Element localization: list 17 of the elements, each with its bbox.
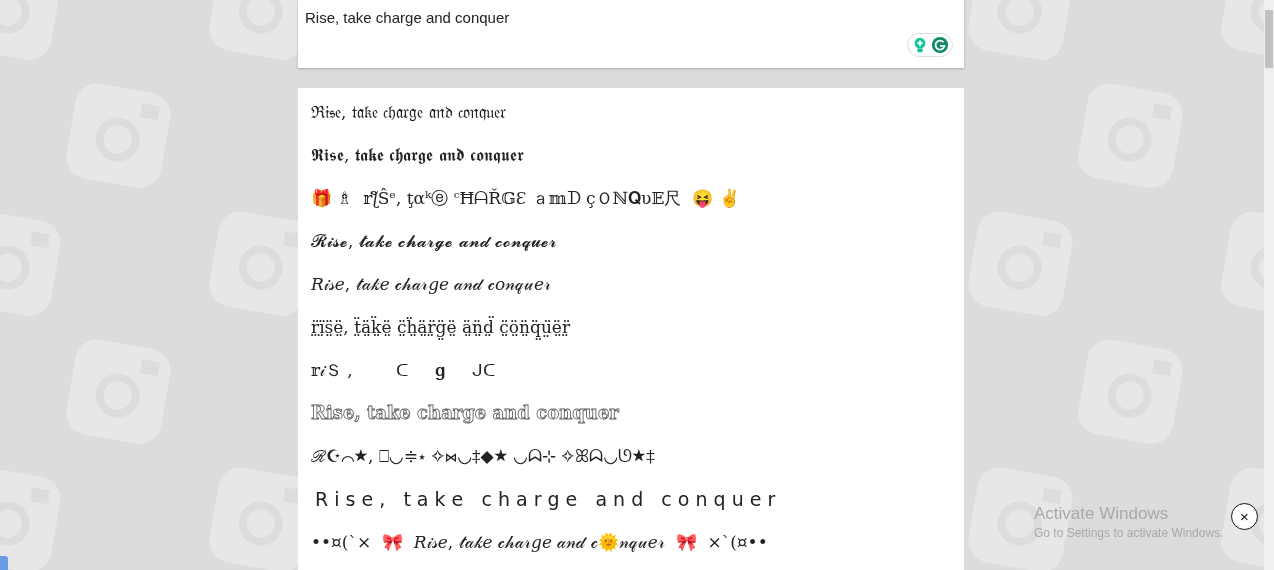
text-input[interactable]: Rise, take charge and conquer xyxy=(298,0,964,68)
styled-text[interactable]: r̤̈ï̤s̤̈ë̤, ẗ̤ä̤k̤̈ë̤ c̤̈ḧ̤ä̤r̤̈g̤̈ë̤ ä̤n̤̈d̤̈ c̤̈ö̤n̤̈q̤̈ṳ̈ë̤r̤̈ xyxy=(311,315,951,358)
styled-text[interactable]: R i s e , t a k e c h a r g e a n d c o n q u e r xyxy=(311,487,951,530)
styled-text[interactable]: 𝓡𝓲𝓼𝓮, 𝓽𝓪𝓴𝓮 𝓬𝓱𝓪𝓻𝓰𝓮 𝓪𝓷𝓭 𝓬𝓸𝓷𝓺𝓾𝓮𝓻 xyxy=(311,229,951,272)
styled-text[interactable]: 𝕽𝖎𝖘𝖊, 𝖙𝖆𝖐𝖊 𝖈𝖍𝖆𝖗𝖌𝖊 𝖆𝖓𝖉 𝖈𝖔𝖓𝖖𝖚𝖊𝖗 xyxy=(311,143,951,186)
side-tab[interactable] xyxy=(0,556,8,570)
g-logo-icon[interactable] xyxy=(931,36,949,54)
styled-text[interactable]: ℛ☪⌒★, ⎕◡≑⋆ ✧⋈◡‡◆★ ◡ᗣ⊹ ✧ꕤᗣ◡ᘎ★‡ xyxy=(311,444,951,487)
styled-text[interactable]: 🎁 ♗ 𝕣ƪŜᵉ, ţαᵏⓔ ᶜĦᗩŘ𝔾Ɛ ａ𝕞ᗪ çＯℕ𝐐υ𝔼尺 😝 ✌ xyxy=(311,186,951,229)
styled-text[interactable]: ℜ𝔦𝔰𝔢, 𝔱𝔞𝔨𝔢 𝔠𝔥𝔞𝔯𝔤𝔢 𝔞𝔫𝔡 𝔠𝔬𝔫𝔮𝔲𝔢𝔯 xyxy=(311,100,951,143)
styled-text[interactable]: 𝑅𝒾𝓈𝑒, 𝓉𝒶𝓀𝑒 𝒸𝒽𝒶𝓇𝑔𝑒 𝒶𝓃𝒹 𝒸𝑜𝓃𝓆𝓊𝑒𝓇 xyxy=(311,272,951,315)
scrollbar[interactable] xyxy=(1264,0,1274,570)
grammar-widget[interactable] xyxy=(907,33,953,57)
styled-text[interactable]: 𝕣𝒾Ｓ , ᑕ 𝐠 ᒍᑕ xyxy=(311,358,951,401)
input-value: Rise, take charge and conquer xyxy=(305,9,510,26)
styled-text[interactable]: Rise, take charge and conquer xyxy=(311,401,951,444)
styled-text[interactable]: ••¤(`× 🎀 𝑅𝒾𝓈𝑒, 𝓉𝒶𝓀𝑒 𝒸𝒽𝒶𝓇𝑔𝑒 𝒶𝓃𝒹 𝒸🌞𝓃𝓆𝓊𝑒𝓇 🎀 ×`(¤•• xyxy=(311,530,951,570)
